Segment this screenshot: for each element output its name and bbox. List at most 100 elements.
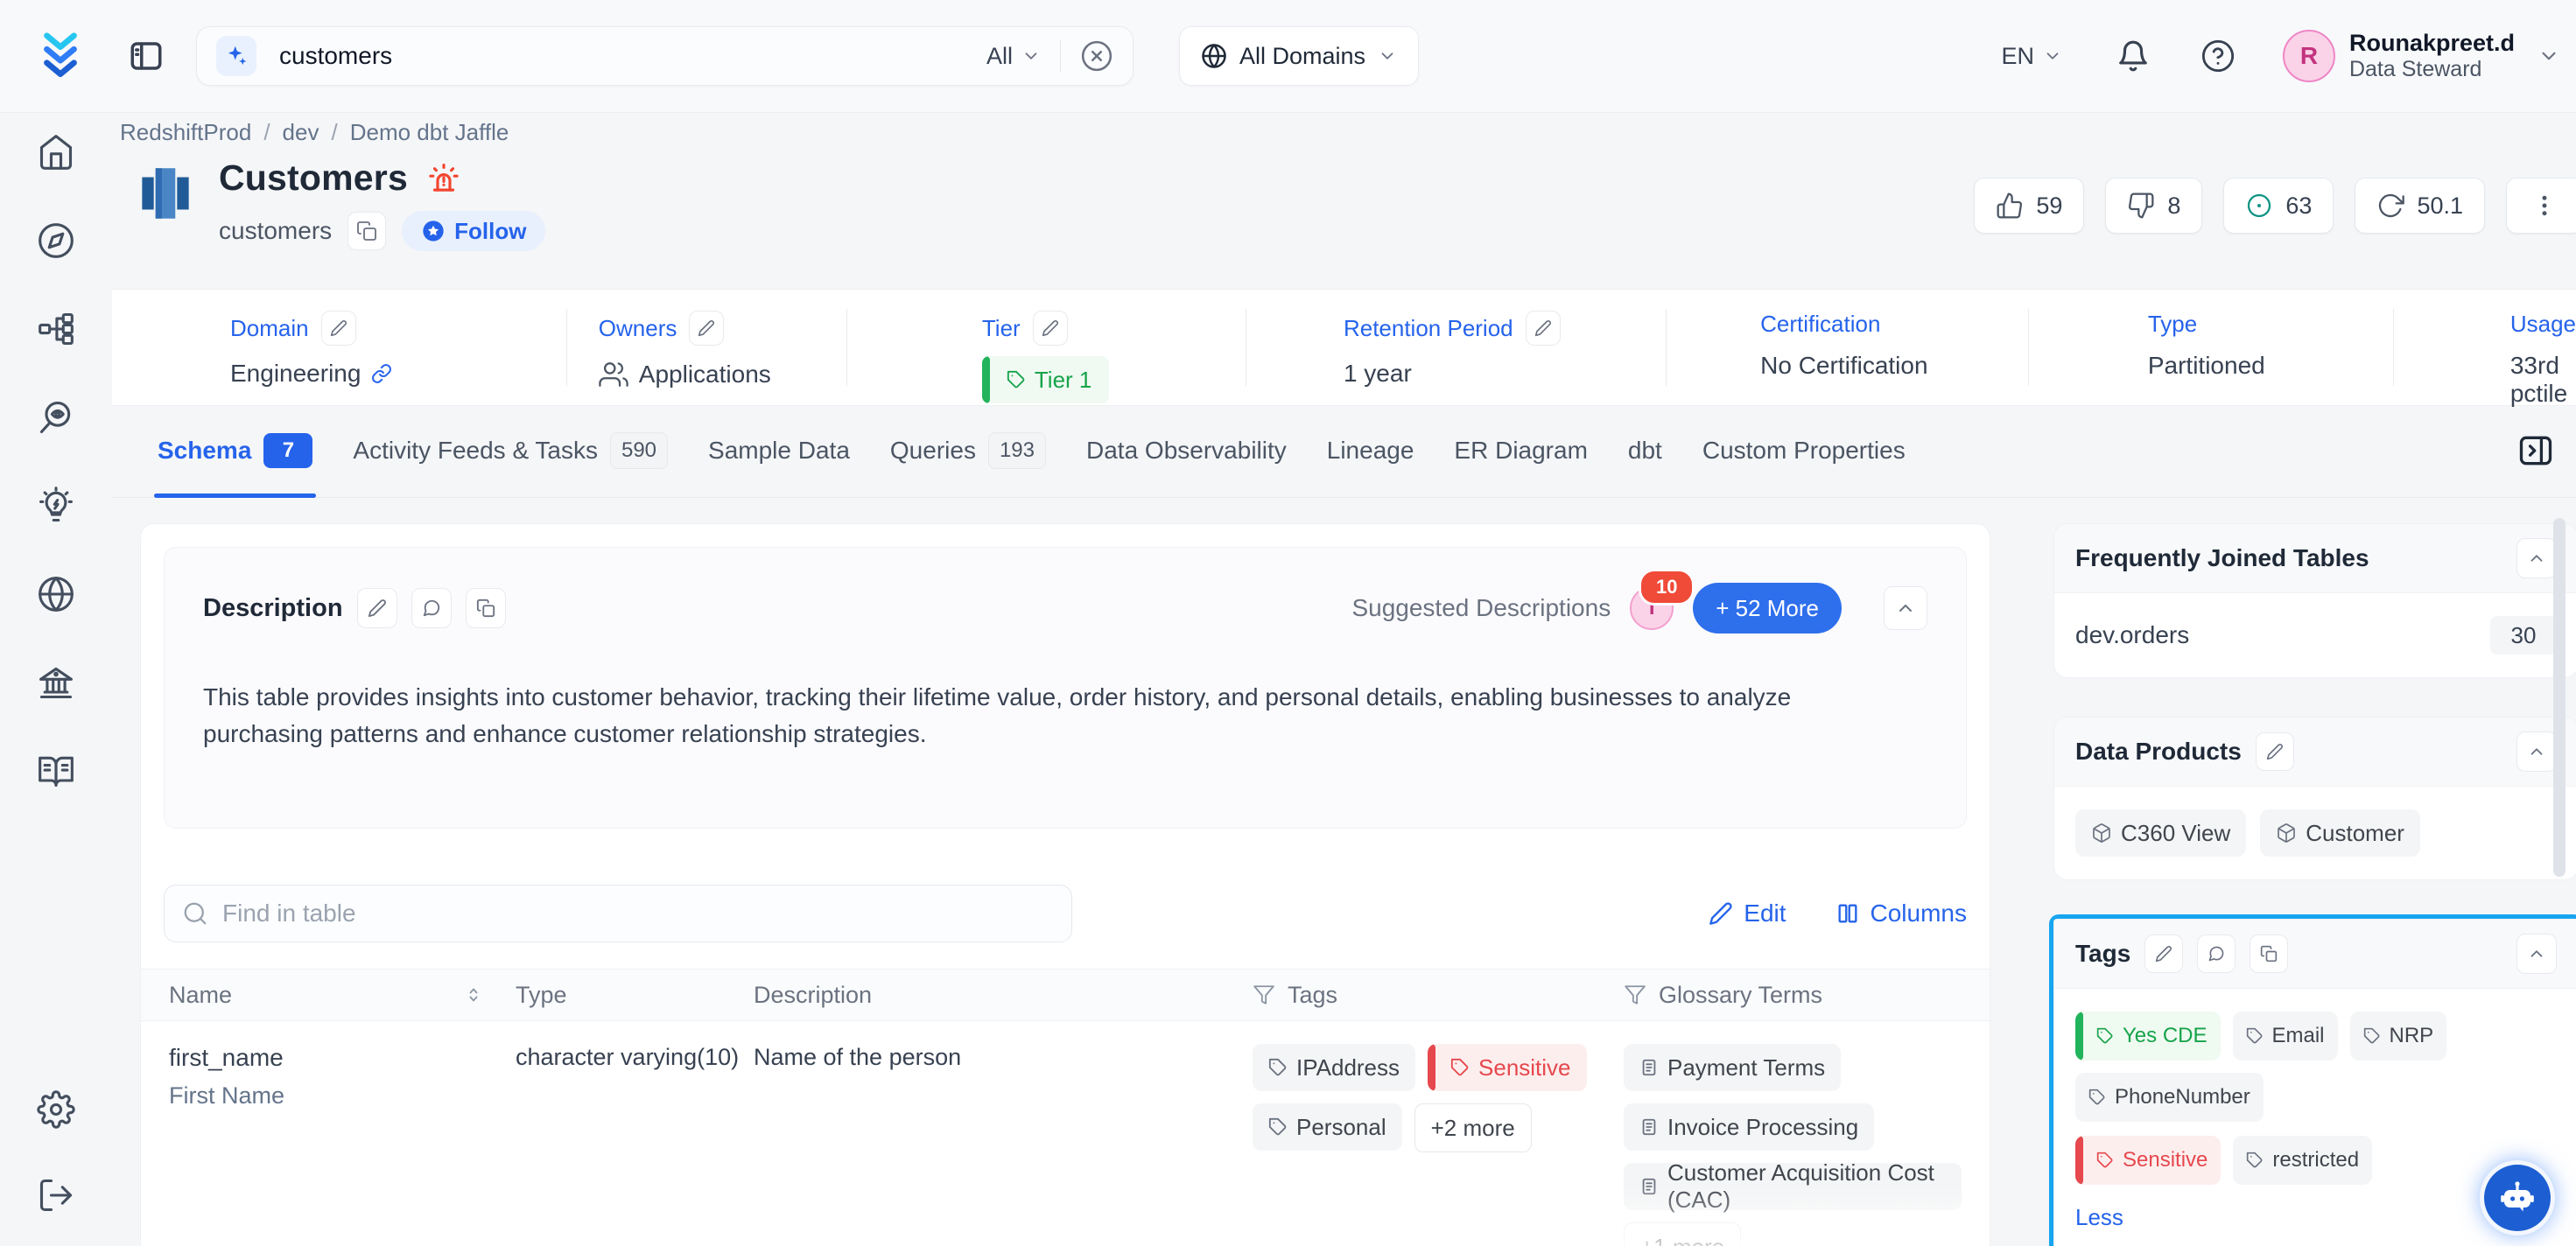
columns-button[interactable]: Columns <box>1835 900 1967 928</box>
observability-icon[interactable] <box>37 398 75 437</box>
breadcrumb-item[interactable]: dev <box>283 119 319 146</box>
sort-icon[interactable] <box>463 984 484 1005</box>
tag-chip[interactable]: PhoneNumber <box>2075 1073 2264 1122</box>
joined-table-name[interactable]: dev.orders <box>2075 621 2189 649</box>
comment-description-button[interactable] <box>411 588 452 628</box>
notifications-bell-icon[interactable] <box>2116 39 2150 73</box>
tag-chip[interactable]: Yes CDE <box>2075 1012 2221 1060</box>
collapse-panel-button[interactable] <box>2516 538 2557 578</box>
language-dropdown[interactable]: EN <box>2001 43 2062 70</box>
settings-icon[interactable] <box>37 1090 75 1129</box>
breadcrumb-item[interactable]: RedshiftProd <box>120 119 251 146</box>
more-suggestions-button[interactable]: + 52 More <box>1693 583 1842 634</box>
edit-tags-button[interactable] <box>2144 934 2183 973</box>
glossary-term-chip[interactable]: Customer Acquisition Cost (CAC) <box>1624 1163 1962 1210</box>
tab-schema[interactable]: Schema7 <box>158 404 312 497</box>
search-input[interactable] <box>277 41 986 71</box>
joined-table-row[interactable]: dev.orders 30 <box>2054 593 2576 677</box>
tab-lineage[interactable]: Lineage <box>1327 404 1414 497</box>
collapse-panel-button[interactable] <box>2516 934 2557 974</box>
downvote-button[interactable]: 8 <box>2105 178 2202 234</box>
data-product-chip[interactable]: Customer <box>2260 809 2420 857</box>
filter-icon[interactable] <box>1624 984 1646 1006</box>
edit-data-products-button[interactable] <box>2256 732 2294 771</box>
tab-er-diagram[interactable]: ER Diagram <box>1454 404 1587 497</box>
find-in-table-input[interactable] <box>221 899 1054 928</box>
edit-retention-button[interactable] <box>1526 311 1561 346</box>
column-header-description[interactable]: Description <box>754 982 872 1008</box>
tag-chip[interactable]: NRP <box>2350 1012 2447 1060</box>
search-scope-dropdown[interactable]: All <box>986 43 1041 70</box>
tag-chip[interactable]: IPAddress <box>1253 1044 1415 1091</box>
user-menu[interactable]: Rounakpreet.d Data Steward <box>2349 30 2515 82</box>
tab-queries[interactable]: Queries193 <box>890 404 1046 497</box>
domains-filter-dropdown[interactable]: All Domains <box>1179 26 1419 86</box>
edit-tier-button[interactable] <box>1033 311 1068 346</box>
more-glossary-terms-button[interactable]: +1 more <box>1624 1222 1741 1246</box>
tag-chip[interactable]: Personal <box>1253 1103 1402 1151</box>
chatbot-button[interactable] <box>2480 1160 2555 1236</box>
home-icon[interactable] <box>37 133 75 172</box>
column-header-glossary[interactable]: Glossary Terms <box>1659 982 1822 1009</box>
follow-button[interactable]: Follow <box>402 211 545 251</box>
score-button[interactable]: 63 <box>2223 178 2334 234</box>
tag-chip[interactable]: Sensitive <box>1428 1044 1587 1091</box>
comment-tags-button[interactable] <box>2197 934 2236 973</box>
user-avatar[interactable]: R <box>2283 30 2335 82</box>
column-header-name[interactable]: Name <box>169 982 232 1009</box>
copy-tags-button[interactable] <box>2250 934 2288 973</box>
more-actions-button[interactable] <box>2506 178 2576 234</box>
workflows-icon[interactable] <box>37 310 75 348</box>
ai-sparkle-icon[interactable] <box>216 36 256 76</box>
glossary-term-chip[interactable]: Invoice Processing <box>1624 1103 1874 1151</box>
metadata-value[interactable]: Applications <box>639 360 771 388</box>
tag-chip[interactable]: Sensitive <box>2075 1136 2221 1185</box>
web-icon[interactable] <box>37 575 75 613</box>
tab-custom-properties[interactable]: Custom Properties <box>1702 404 1906 497</box>
data-product-chip[interactable]: C360 View <box>2075 809 2246 857</box>
copy-name-button[interactable] <box>347 212 386 250</box>
compass-icon[interactable] <box>37 221 75 260</box>
tier-chip[interactable]: Tier 1 <box>982 356 1110 403</box>
glossary-icon[interactable] <box>37 752 75 790</box>
collapse-description-button[interactable] <box>1884 586 1927 630</box>
governance-icon[interactable] <box>37 663 75 702</box>
scrollbar-thumb[interactable] <box>2553 518 2565 877</box>
insights-icon[interactable] <box>37 486 75 525</box>
tab-data-observability[interactable]: Data Observability <box>1086 404 1287 497</box>
collapse-panel-button[interactable] <box>2516 732 2557 772</box>
edit-domain-button[interactable] <box>321 311 356 346</box>
filter-icon[interactable] <box>1253 984 1275 1006</box>
freshness-button[interactable]: 50.1 <box>2355 178 2485 234</box>
table-row[interactable]: first_name First Name character varying(… <box>164 1021 1967 1246</box>
suggestion-avatar[interactable]: I 10 <box>1630 586 1674 630</box>
tab-activity-feeds[interactable]: Activity Feeds & Tasks590 <box>353 404 668 497</box>
clear-search-icon[interactable] <box>1080 39 1113 73</box>
find-in-table[interactable] <box>164 885 1072 942</box>
help-icon[interactable] <box>2200 38 2236 74</box>
sidebar-toggle-icon[interactable] <box>128 38 165 74</box>
chevron-down-icon[interactable] <box>2537 45 2560 67</box>
edit-owners-button[interactable] <box>689 311 724 346</box>
upvote-button[interactable]: 59 <box>1974 178 2084 234</box>
tab-dbt[interactable]: dbt <box>1628 404 1662 497</box>
alert-siren-icon[interactable] <box>425 160 462 197</box>
column-description[interactable]: Name of the person <box>754 1044 1253 1246</box>
logout-icon[interactable] <box>37 1176 75 1214</box>
glossary-term-chip[interactable]: Payment Terms <box>1624 1044 1841 1091</box>
edit-table-button[interactable]: Edit <box>1709 900 1786 928</box>
column-header-tags[interactable]: Tags <box>1288 982 1337 1009</box>
breadcrumb-item[interactable]: Demo dbt Jaffle <box>350 119 509 146</box>
tag-chip[interactable]: Email <box>2233 1012 2338 1060</box>
tag-chip[interactable]: restricted <box>2233 1136 2372 1185</box>
more-tags-button[interactable]: +2 more <box>1414 1103 1532 1152</box>
metadata-value[interactable]: Engineering <box>230 360 361 388</box>
right-panel-toggle-icon[interactable] <box>2516 431 2555 470</box>
tab-sample-data[interactable]: Sample Data <box>708 404 850 497</box>
column-name[interactable]: first_name <box>169 1044 484 1072</box>
column-header-type[interactable]: Type <box>516 982 567 1008</box>
copy-description-button[interactable] <box>466 588 506 628</box>
edit-description-button[interactable] <box>357 588 397 628</box>
atlan-logo-icon[interactable] <box>33 29 88 83</box>
global-search[interactable]: All <box>196 26 1134 86</box>
